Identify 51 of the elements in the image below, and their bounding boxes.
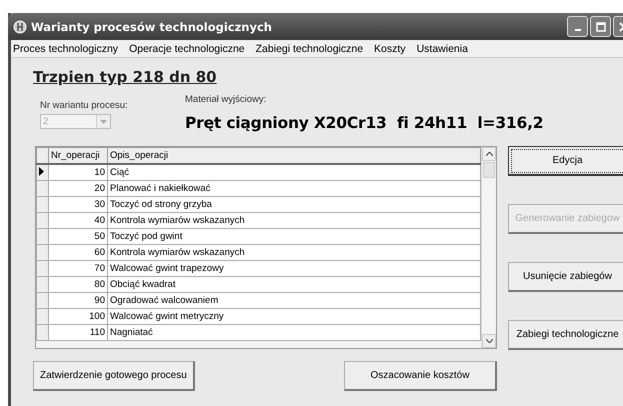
menu-item[interactable]: Operacje technologiczne xyxy=(129,42,245,54)
action-button[interactable]: Oszacowanie kosztów xyxy=(344,361,497,391)
table-cell: 110 xyxy=(48,324,108,340)
maximize-button[interactable] xyxy=(590,16,611,37)
variant-label: Nr wariantu procesu: xyxy=(40,100,129,111)
table-cell: 100 xyxy=(48,308,108,324)
table-cell: 90 xyxy=(48,292,108,308)
table-cell: 40 xyxy=(48,212,108,228)
menu-item[interactable]: Proces technologiczny xyxy=(13,42,118,54)
material-value: Pręt ciągniony X20Cr13 fi 24h11 l=316,2 xyxy=(185,114,544,132)
table-cell: 50 xyxy=(48,228,108,244)
table-cell: Ogradować walcowaniem xyxy=(108,292,480,308)
action-button[interactable]: Zatwierdzenie gotowego procesu xyxy=(33,361,195,391)
action-button[interactable]: Usunięcie zabiegów xyxy=(508,262,623,292)
table-cell: 10 xyxy=(48,164,108,180)
table-cell: 60 xyxy=(48,244,108,260)
part-title: Trzpien typ 218 dn 80 xyxy=(33,68,217,86)
menu-item[interactable]: Zabiegi technologiczne xyxy=(256,42,364,54)
table-cell: Toczyć od strony grzyba xyxy=(108,196,480,212)
menu-item[interactable]: Ustawienia xyxy=(416,42,468,54)
table-cell: 70 xyxy=(48,260,108,276)
table-cell: Walcować gwint trapezowy xyxy=(108,260,480,276)
column-header[interactable]: Nr_operacji xyxy=(48,148,108,164)
action-button[interactable]: Edycja xyxy=(508,146,623,176)
dropdown-arrow-icon xyxy=(100,120,107,124)
table-cell: Kontrola wymiarów wskazanych xyxy=(108,244,480,260)
scrollbar[interactable] xyxy=(481,147,496,348)
minimize-icon xyxy=(574,28,580,30)
action-button[interactable]: Zabiegi technologiczne xyxy=(508,320,623,350)
table-cell: Toczyć pod gwint xyxy=(108,228,480,244)
current-row-icon xyxy=(39,166,44,176)
table-cell: 80 xyxy=(48,276,108,292)
app-icon xyxy=(13,20,27,34)
menu-item[interactable]: Koszty xyxy=(374,42,406,54)
material-label: Materiał wyjściowy: xyxy=(185,94,268,105)
table-cell: Kontrola wymiarów wskazanych xyxy=(108,212,480,228)
table-cell: Planować i nakiełkować xyxy=(108,180,480,196)
scroll-up-icon xyxy=(486,152,492,156)
scroll-thumb[interactable] xyxy=(483,162,495,178)
maximize-icon xyxy=(596,22,606,32)
table-cell: 20 xyxy=(48,180,108,196)
table-cell: Obciąć kwadrat xyxy=(108,276,480,292)
row-selector[interactable] xyxy=(36,164,48,180)
column-header[interactable]: Opis_operacji xyxy=(108,148,480,164)
table-cell: Nagniatać xyxy=(108,324,480,340)
table-cell: Walcować gwint metryczny xyxy=(108,308,480,324)
table-cell: Ciąć xyxy=(108,164,480,180)
minimize-button[interactable] xyxy=(567,16,588,37)
scroll-down-icon xyxy=(486,339,492,343)
window-title: Warianty procesów technologicznych xyxy=(31,20,272,34)
table-cell: 30 xyxy=(48,196,108,212)
